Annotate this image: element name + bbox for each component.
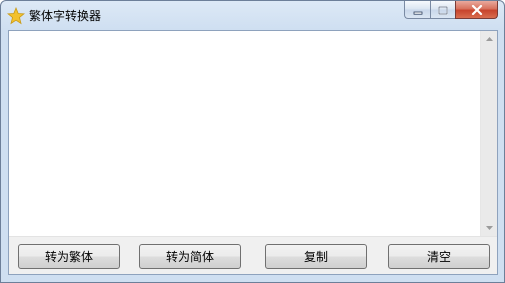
to-simplified-button[interactable]: 转为简体 (139, 244, 241, 269)
window-title: 繁体字转换器 (29, 9, 102, 23)
close-icon (471, 1, 483, 19)
star-icon (6, 6, 26, 25)
scroll-down-arrow-icon[interactable] (481, 220, 497, 236)
title-bar[interactable]: 繁体字转换器 (1, 1, 504, 31)
clear-button[interactable]: 清空 (388, 244, 490, 269)
copy-button[interactable]: 复制 (265, 244, 367, 269)
app-window: 繁体字转换器 转为繁体 转为简体 复制 清空 (0, 0, 505, 283)
vertical-scrollbar[interactable] (480, 31, 497, 236)
caption-buttons (404, 1, 498, 19)
to-traditional-button[interactable]: 转为繁体 (18, 244, 120, 269)
minimize-icon (413, 1, 423, 19)
minimize-button[interactable] (404, 1, 430, 19)
text-editor[interactable] (9, 31, 497, 237)
close-button[interactable] (455, 1, 498, 19)
maximize-icon (438, 1, 448, 19)
client-area: 转为繁体 转为简体 复制 清空 (8, 30, 498, 275)
scroll-up-arrow-icon[interactable] (481, 31, 497, 47)
maximize-button[interactable] (430, 1, 455, 19)
